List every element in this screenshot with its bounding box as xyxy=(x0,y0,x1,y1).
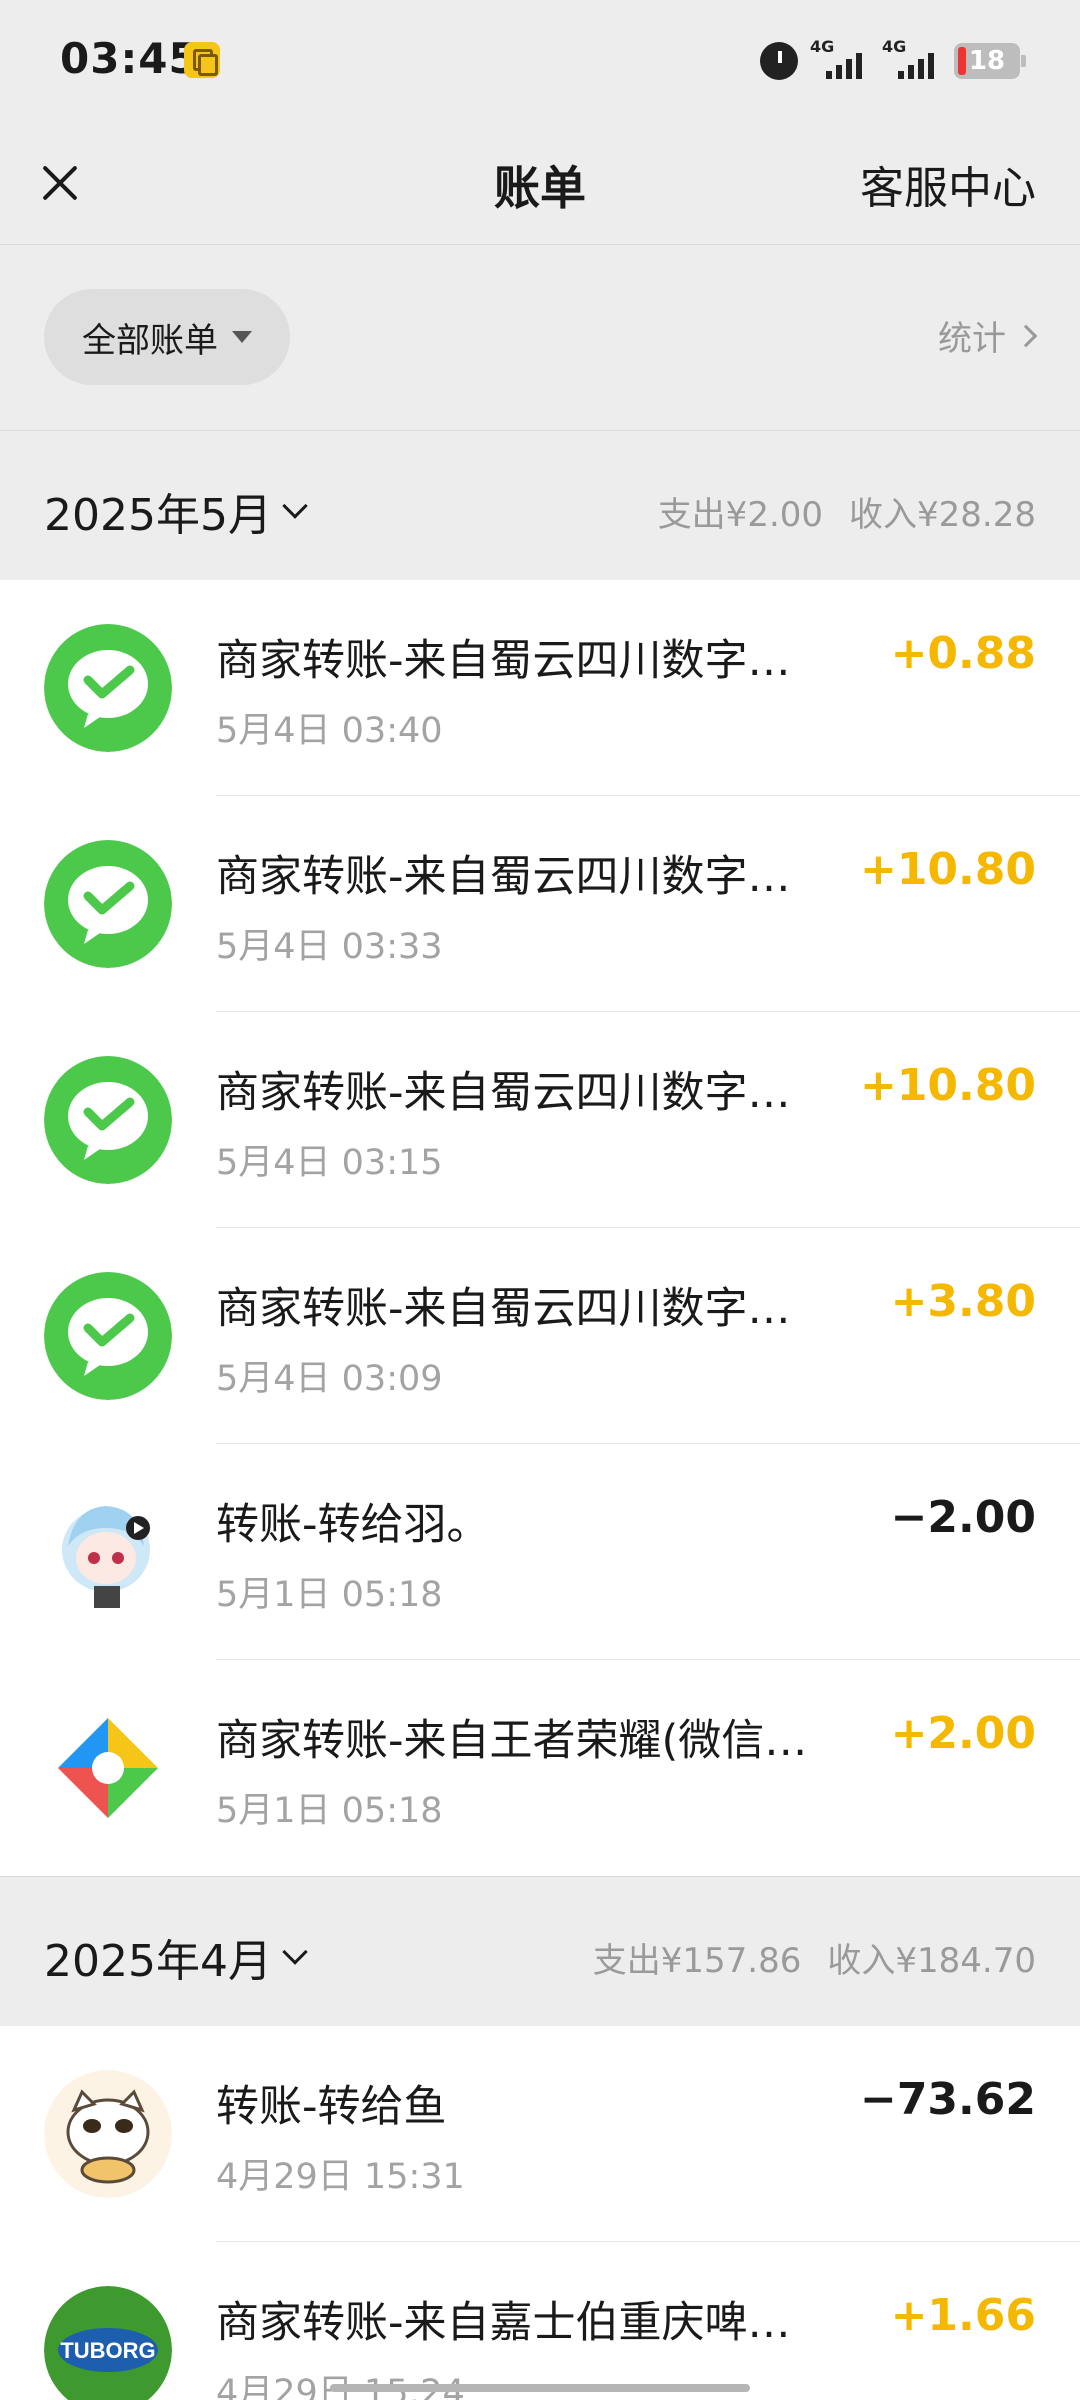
cat-avatar xyxy=(44,2070,172,2198)
transaction-title: 商家转账-来自嘉士伯重庆啤… xyxy=(216,2298,791,2348)
transaction-row[interactable]: 转账-转给羽。 5月1日 05:18 −2.00 xyxy=(0,1444,1080,1660)
nav-bar: 账单 客服中心 xyxy=(0,120,1080,244)
alarm-icon xyxy=(760,42,798,80)
transaction-title: 转账-转给鱼 xyxy=(216,2082,447,2132)
transaction-list-april: 转账-转给鱼 4月29日 15:31 −73.62 TUBORG 商家转账-来自… xyxy=(0,2026,1080,2400)
transaction-time: 5月1日 05:18 xyxy=(216,1575,443,1615)
transaction-amount: −2.00 xyxy=(890,1492,1036,1543)
transaction-amount: +0.88 xyxy=(890,628,1036,679)
status-bar: 03:45 4G 4G 18 xyxy=(0,0,1080,120)
transaction-amount: +2.00 xyxy=(890,1708,1036,1759)
transaction-title: 转账-转给羽。 xyxy=(216,1500,490,1550)
transaction-time: 5月4日 03:33 xyxy=(216,927,443,967)
chevron-down-icon xyxy=(282,493,308,519)
transaction-time: 5月4日 03:40 xyxy=(216,711,443,751)
status-time: 03:45 xyxy=(60,34,199,83)
tuborg-logo: TUBORG xyxy=(44,2286,172,2400)
customer-service-link[interactable]: 客服中心 xyxy=(860,152,1036,216)
transaction-title: 商家转账-来自王者荣耀(微信… xyxy=(216,1716,808,1766)
transaction-time: 5月1日 05:18 xyxy=(216,1791,443,1831)
statistics-label: 统计 xyxy=(938,319,1006,359)
close-icon[interactable] xyxy=(28,150,92,214)
statistics-link[interactable]: 统计 xyxy=(938,311,1038,360)
transaction-row[interactable]: 商家转账-来自蜀云四川数字… 5月4日 03:09 +3.80 xyxy=(0,1228,1080,1444)
transaction-title: 商家转账-来自蜀云四川数字… xyxy=(216,636,791,686)
month-title: 2025年4月 xyxy=(44,1936,272,1987)
filter-bar: 全部账单 统计 xyxy=(0,244,1080,430)
anime-avatar xyxy=(44,1488,172,1616)
transaction-amount: +1.66 xyxy=(890,2290,1036,2341)
bill-filter-dropdown[interactable]: 全部账单 xyxy=(44,289,290,385)
transaction-amount: +10.80 xyxy=(859,844,1036,895)
chevron-right-icon xyxy=(1014,324,1038,347)
transaction-time: 4月29日 15:24 xyxy=(216,2373,465,2400)
month-income: 收入¥184.70 xyxy=(827,1941,1036,1981)
caret-down-icon xyxy=(232,331,252,343)
month-title: 2025年5月 xyxy=(44,490,272,541)
tuborg-logo-text: TUBORG xyxy=(60,2338,155,2363)
month-header-april[interactable]: 2025年4月 支出¥157.86 收入¥184.70 xyxy=(0,1876,1080,2026)
transaction-time: 5月4日 03:09 xyxy=(216,1359,443,1399)
signal-icon-1: 4G xyxy=(810,37,870,81)
transaction-amount: +3.80 xyxy=(890,1276,1036,1327)
wechat-pay-icon xyxy=(44,1056,172,1184)
battery-level: 18 xyxy=(968,46,1006,76)
transaction-row[interactable]: TUBORG 商家转账-来自嘉士伯重庆啤… 4月29日 15:24 +1.66 xyxy=(0,2242,1080,2400)
signal-icon-2: 4G xyxy=(882,37,942,81)
transaction-time: 5月4日 03:15 xyxy=(216,1143,443,1183)
month-income: 收入¥28.28 xyxy=(849,495,1036,535)
month-summary: 支出¥157.86 收入¥184.70 xyxy=(593,1933,1036,1982)
chevron-down-icon xyxy=(282,1939,308,1965)
month-expense: 支出¥157.86 xyxy=(592,1941,802,1981)
battery-icon: 18 xyxy=(954,43,1026,79)
transaction-row[interactable]: 商家转账-来自王者荣耀(微信… 5月1日 05:18 +2.00 xyxy=(0,1660,1080,1876)
game-logo-icon xyxy=(44,1704,172,1832)
bill-filter-label: 全部账单 xyxy=(82,320,218,361)
bill-screen: 03:45 4G 4G 18 账单 客服中心 全部账单 统计 2025年5月 支… xyxy=(0,0,1080,2400)
home-indicator[interactable] xyxy=(330,2384,750,2392)
transaction-list-may: 商家转账-来自蜀云四川数字… 5月4日 03:40 +0.88 商家转账-来自蜀… xyxy=(0,580,1080,1876)
transaction-row[interactable]: 转账-转给鱼 4月29日 15:31 −73.62 xyxy=(0,2026,1080,2242)
transaction-title: 商家转账-来自蜀云四川数字… xyxy=(216,1284,791,1334)
transaction-title: 商家转账-来自蜀云四川数字… xyxy=(216,1068,791,1118)
transaction-amount: −73.62 xyxy=(859,2074,1036,2125)
wechat-pay-icon xyxy=(44,1272,172,1400)
transaction-row[interactable]: 商家转账-来自蜀云四川数字… 5月4日 03:40 +0.88 xyxy=(0,580,1080,796)
month-summary: 支出¥2.00 收入¥28.28 xyxy=(658,487,1036,536)
transaction-row[interactable]: 商家转账-来自蜀云四川数字… 5月4日 03:33 +10.80 xyxy=(0,796,1080,1012)
status-indicators: 4G 4G 18 xyxy=(760,36,1026,86)
wechat-pay-icon xyxy=(44,624,172,752)
notification-app-icon xyxy=(184,42,220,78)
transaction-row[interactable]: 商家转账-来自蜀云四川数字… 5月4日 03:15 +10.80 xyxy=(0,1012,1080,1228)
month-expense: 支出¥2.00 xyxy=(657,495,824,535)
transaction-title: 商家转账-来自蜀云四川数字… xyxy=(216,852,791,902)
month-header-may[interactable]: 2025年5月 支出¥2.00 收入¥28.28 xyxy=(0,430,1080,580)
wechat-pay-icon xyxy=(44,840,172,968)
transaction-amount: +10.80 xyxy=(859,1060,1036,1111)
transaction-time: 4月29日 15:31 xyxy=(216,2157,465,2197)
